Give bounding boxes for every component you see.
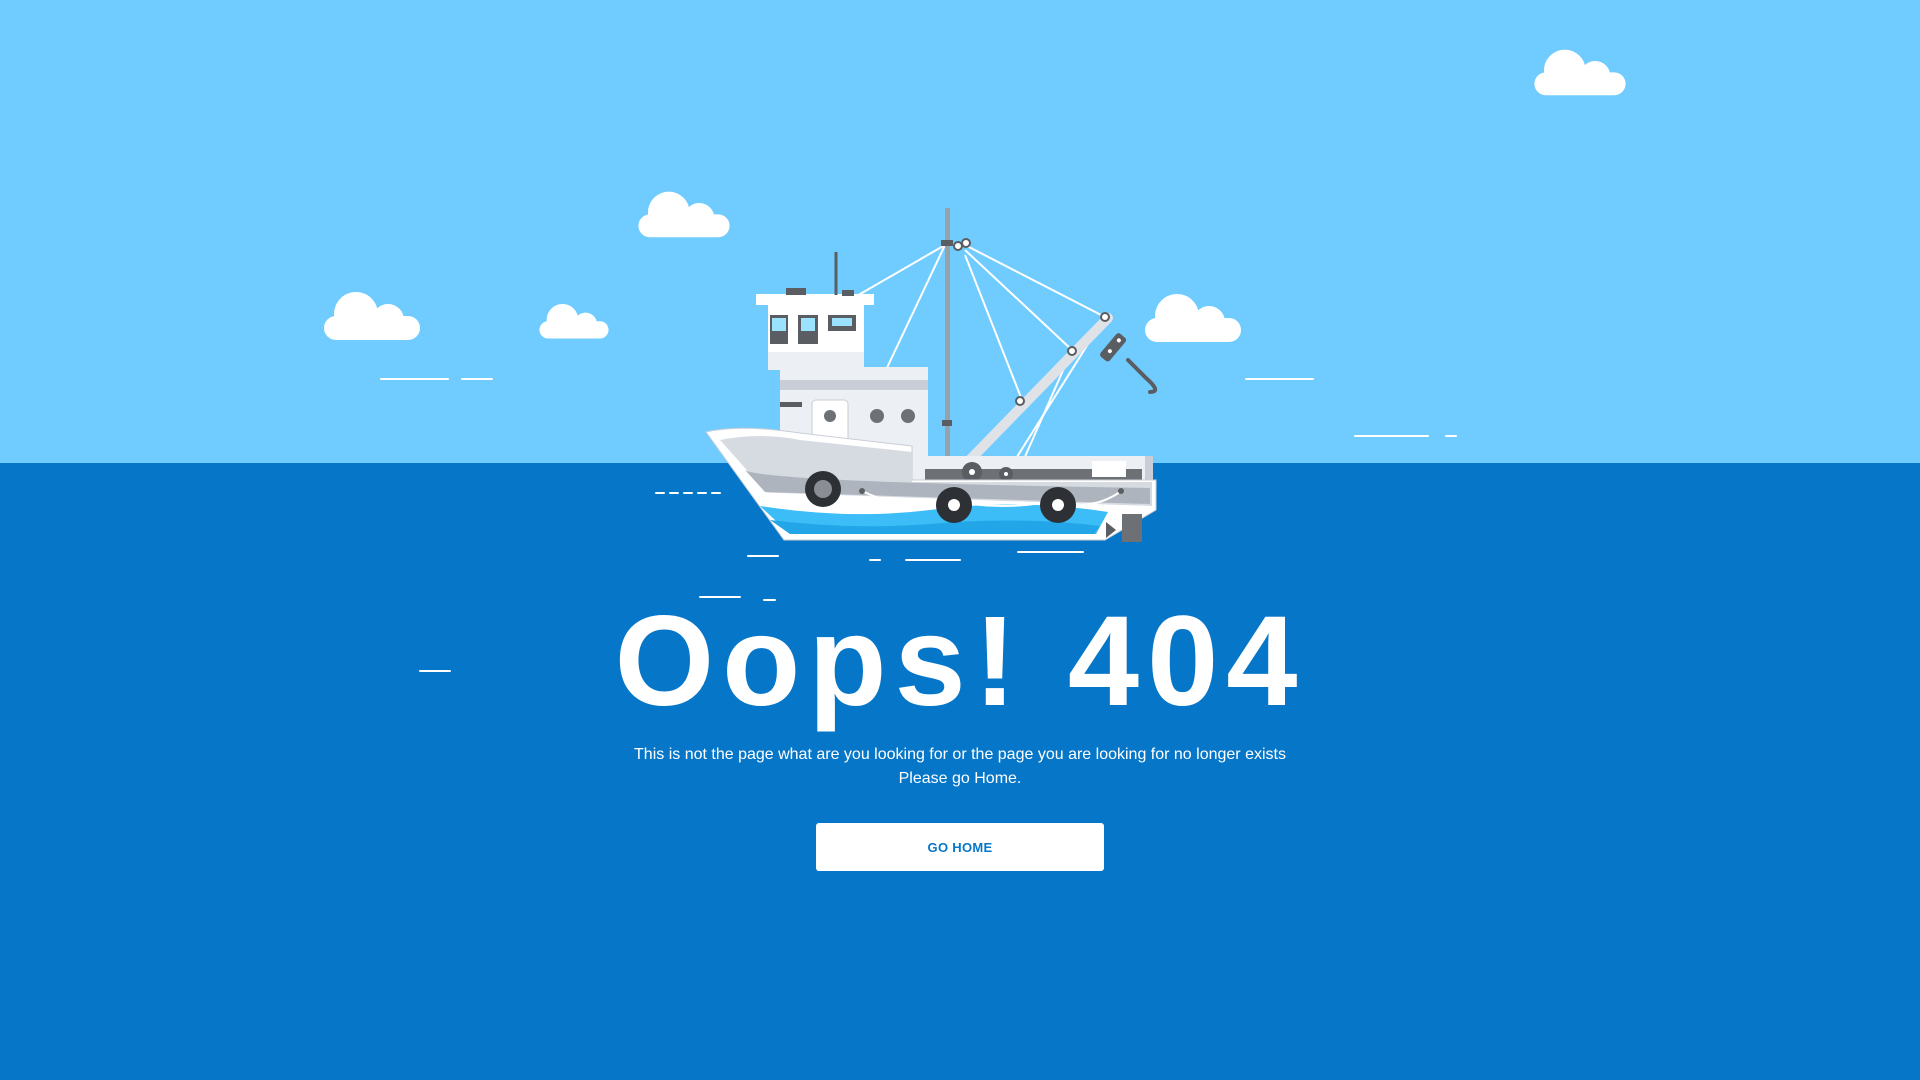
cloud-icon: [324, 292, 420, 340]
cloud-icon: [1145, 294, 1241, 342]
error-page: Oops! 404 This is not the page what are …: [0, 0, 1920, 1080]
fishing-boat-icon: [705, 208, 1158, 542]
cloud-icon: [539, 303, 609, 339]
error-headline: Oops! 404: [614, 590, 1306, 733]
cloud-icon: [638, 191, 730, 238]
go-home-button[interactable]: GO HOME: [816, 823, 1104, 871]
boat-illustration: [324, 49, 1626, 672]
error-message: This is not the page what are you lookin…: [634, 746, 1286, 763]
cloud-icon: [1534, 49, 1626, 96]
error-message-hint: Please go Home.: [898, 770, 1022, 787]
